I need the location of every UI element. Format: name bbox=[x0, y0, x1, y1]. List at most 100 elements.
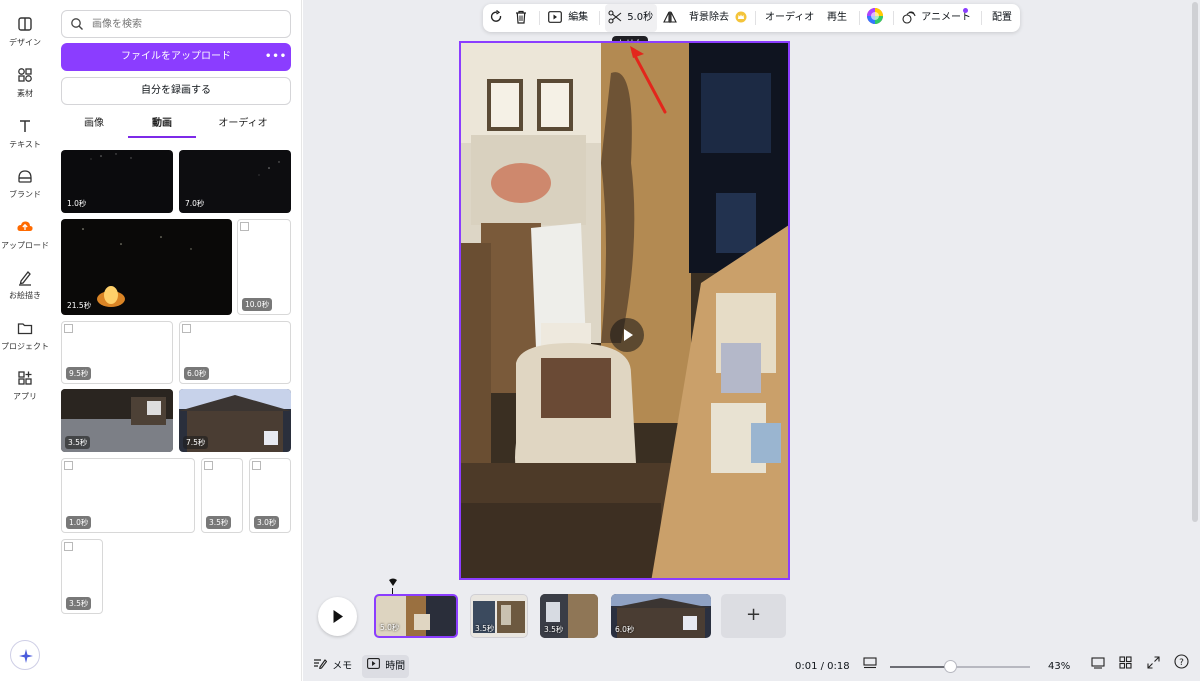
record-yourself-label: 自分を録画する bbox=[141, 85, 211, 96]
rail-item-brand[interactable]: ブランド bbox=[0, 166, 50, 200]
tab-images[interactable]: 画像 bbox=[61, 112, 127, 138]
media-thumbnail[interactable]: 7.0秒 bbox=[179, 150, 291, 213]
media-thumbnail[interactable]: 6.0秒 bbox=[179, 321, 291, 384]
rail-label: 素材 bbox=[17, 89, 33, 98]
time-view-button[interactable]: 時間 bbox=[362, 655, 409, 678]
layout-icon bbox=[18, 17, 32, 31]
scrollbar-thumb[interactable] bbox=[1192, 2, 1198, 522]
rail-item-uploads[interactable]: アップロード bbox=[0, 217, 50, 251]
timeline-clip[interactable]: 3.5秒 bbox=[470, 594, 528, 638]
add-clip-button[interactable]: + bbox=[721, 594, 786, 638]
media-thumbnail[interactable]: 3.0秒 bbox=[249, 458, 291, 533]
duration-label: 3.5秒 bbox=[206, 516, 232, 529]
media-thumbnail[interactable]: 7.5秒 bbox=[179, 389, 291, 452]
toolbar-divider bbox=[893, 11, 894, 25]
replace-icon bbox=[490, 9, 502, 22]
media-thumbnail[interactable]: 1.0秒 bbox=[61, 150, 173, 213]
timecode: 0:01 / 0:18 bbox=[795, 661, 850, 672]
rail-item-design[interactable]: デザイン bbox=[0, 14, 50, 48]
folder-icon bbox=[17, 323, 33, 335]
vertical-scrollbar[interactable] bbox=[1190, 0, 1200, 550]
timeline-clip-selected[interactable]: 5.0秒 bbox=[374, 594, 458, 638]
broken-image-icon bbox=[64, 324, 73, 333]
context-toolbar: 編集 5.0秒 背景除去 オーディオ 再生 アニメート 配置 bbox=[483, 4, 1020, 32]
premium-crown-icon bbox=[735, 11, 747, 23]
brand-icon bbox=[18, 170, 32, 183]
media-thumbnail[interactable]: 9.5秒 bbox=[61, 321, 173, 384]
rail-item-text[interactable]: テキスト bbox=[0, 116, 50, 150]
arrange-button[interactable]: 配置 bbox=[992, 4, 1016, 32]
rail-label: テキスト bbox=[9, 140, 41, 149]
broken-image-icon bbox=[204, 461, 213, 470]
broken-image-icon bbox=[64, 542, 73, 551]
duration-label: 1.0秒 bbox=[66, 516, 92, 529]
video-edit-icon bbox=[548, 11, 562, 23]
media-thumbnail[interactable]: 3.5秒 bbox=[201, 458, 243, 533]
upload-files-button[interactable]: ファイルをアップロード ••• bbox=[61, 43, 291, 71]
duration-label: 9.5秒 bbox=[66, 367, 92, 380]
play-icon bbox=[333, 610, 343, 623]
record-yourself-button[interactable]: 自分を録画する bbox=[61, 77, 291, 105]
replace-button[interactable] bbox=[488, 4, 508, 32]
rail-label: アップロード bbox=[1, 241, 49, 250]
play-overlay-button[interactable] bbox=[610, 318, 644, 352]
clip-duration: 3.5秒 bbox=[475, 624, 495, 633]
audio-button[interactable]: オーディオ bbox=[765, 4, 815, 32]
fullscreen-button[interactable] bbox=[1147, 652, 1163, 681]
video-frame[interactable] bbox=[459, 41, 790, 580]
magic-assistant-button[interactable] bbox=[10, 640, 40, 670]
grid-view-button[interactable] bbox=[1119, 652, 1135, 681]
rail-label: ブランド bbox=[9, 190, 41, 199]
duration-label: 3.5秒 bbox=[65, 436, 91, 449]
video-timeline-icon bbox=[367, 658, 380, 669]
notes-label: メモ bbox=[332, 661, 353, 672]
monitor-icon bbox=[1091, 657, 1105, 669]
duration-label: 3.0秒 bbox=[254, 516, 280, 529]
search-input[interactable] bbox=[92, 15, 282, 33]
trim-button[interactable]: 5.0秒 bbox=[605, 4, 657, 32]
rail-item-projects[interactable]: プロジェクト bbox=[0, 318, 50, 352]
playhead-marker-icon[interactable] bbox=[388, 578, 398, 588]
duration-label: 21.5秒 bbox=[67, 301, 92, 310]
page-view-button[interactable] bbox=[863, 652, 879, 681]
timeline-play-button[interactable] bbox=[318, 597, 357, 636]
toolbar-divider bbox=[981, 11, 982, 25]
search-box[interactable] bbox=[61, 10, 291, 38]
broken-image-icon bbox=[240, 222, 249, 231]
edit-video-button[interactable]: 編集 bbox=[548, 4, 596, 32]
uploads-panel: ファイルをアップロード ••• 自分を録画する 画像 動画 オーディオ 1.0秒… bbox=[50, 0, 302, 681]
fit-view-button[interactable] bbox=[1091, 652, 1107, 681]
draw-icon bbox=[19, 271, 31, 286]
notes-button[interactable]: メモ bbox=[313, 652, 353, 681]
flip-button[interactable] bbox=[663, 4, 677, 32]
zoom-level[interactable]: 43% bbox=[1048, 652, 1078, 681]
more-options-icon[interactable]: ••• bbox=[265, 43, 286, 71]
rail-item-draw[interactable]: お絵描き bbox=[0, 267, 50, 301]
tab-videos[interactable]: 動画 bbox=[128, 112, 196, 138]
timeline-clip[interactable]: 3.5秒 bbox=[540, 594, 598, 638]
media-thumbnail[interactable]: 3.5秒 bbox=[61, 389, 173, 452]
edit-label: 編集 bbox=[568, 12, 589, 23]
media-thumbnail[interactable]: 3.5秒 bbox=[61, 539, 103, 614]
duration-label: 1.0秒 bbox=[67, 199, 87, 208]
playback-button[interactable]: 再生 bbox=[827, 4, 851, 32]
help-button[interactable]: ? bbox=[1174, 652, 1190, 681]
media-thumbnail[interactable]: 1.0秒 bbox=[61, 458, 195, 533]
timeline-clip[interactable]: 6.0秒 bbox=[611, 594, 711, 638]
search-icon bbox=[71, 18, 83, 30]
clip-duration: 3.5秒 bbox=[544, 625, 564, 634]
background-remover-button[interactable]: 背景除去 bbox=[689, 4, 749, 32]
animate-button[interactable]: アニメート bbox=[902, 4, 972, 32]
media-thumbnail[interactable]: 21.5秒 bbox=[61, 219, 232, 315]
toolbar-divider bbox=[755, 11, 756, 25]
rail-item-apps[interactable]: アプリ bbox=[0, 368, 50, 402]
color-button[interactable] bbox=[866, 4, 886, 32]
side-rail: デザイン 素材 テキスト ブランド アップロード お絵描き プロジェクト アプリ bbox=[0, 0, 50, 681]
zoom-slider[interactable] bbox=[890, 660, 1030, 673]
media-thumbnail[interactable]: 10.0秒 bbox=[237, 219, 291, 315]
shop-interior-image bbox=[461, 43, 788, 578]
duration-label: 6.0秒 bbox=[184, 367, 210, 380]
rail-item-elements[interactable]: 素材 bbox=[0, 65, 50, 99]
delete-button[interactable] bbox=[514, 4, 530, 32]
tab-audio[interactable]: オーディオ bbox=[206, 112, 280, 138]
